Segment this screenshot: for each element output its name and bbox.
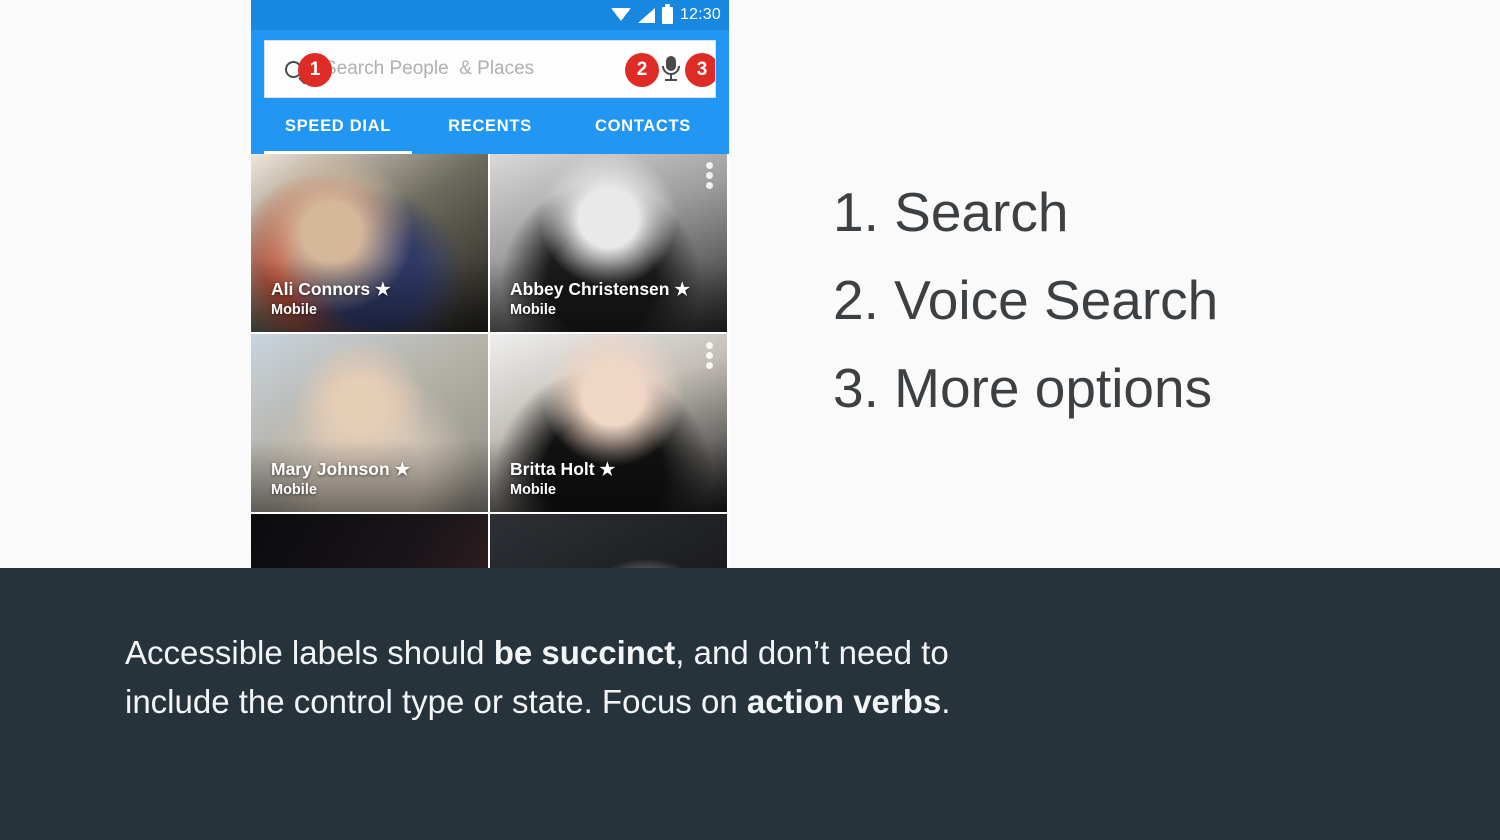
phone-mockup: 12:30 Search People & Places 1 2 3 SPEED… [251,0,729,568]
favorite-star-icon: ★ [375,279,391,299]
callout-badge-2: 2 [625,53,659,87]
favorite-star-icon: ★ [674,279,691,299]
contacts-grid: Ali Connors ★ Mobile Abbey Christensen ★… [251,154,729,568]
contact-card[interactable]: Britta Holt ★ Mobile [490,334,729,514]
legend-item-1: 1. Search [833,181,1069,243]
contact-subtitle: Mobile [510,302,556,318]
wifi-icon [610,8,631,21]
page-root: 12:30 Search People & Places 1 2 3 SPEED… [0,0,1500,840]
legend-item-3: 3. More options [833,357,1213,419]
contact-card[interactable] [490,514,729,568]
contact-name: Ali Connors ★ [271,279,391,299]
status-bar: 12:30 [251,0,729,30]
footer-banner: Accessible labels should be succinct, an… [0,568,1500,840]
contact-card[interactable]: Ali Connors ★ Mobile [251,154,490,334]
contact-photo [490,514,727,568]
status-bar-time: 12:30 [679,6,721,23]
favorite-star-icon: ★ [394,459,411,479]
contact-subtitle: Mobile [510,482,556,498]
tab-recents[interactable]: RECENTS [412,98,568,154]
favorite-star-icon: ★ [599,459,616,479]
footer-caption: Accessible labels should be succinct, an… [125,634,951,720]
search-region: Search People & Places 1 2 3 [251,30,729,98]
battery-icon [661,3,673,24]
microphone-icon[interactable] [660,54,682,84]
contact-subtitle: Mobile [271,482,317,498]
contact-subtitle: Mobile [271,302,317,318]
contact-card[interactable]: Mary Johnson ★ Mobile [251,334,490,514]
callout-badge-3: 3 [685,53,715,87]
contact-overflow-icon[interactable] [706,162,713,189]
callout-legend: 1. Search 2. Voice Search 3. More option… [833,168,1218,432]
contact-card[interactable]: Abbey Christensen ★ Mobile [490,154,729,334]
search-bar[interactable]: Search People & Places 1 2 3 [264,40,716,98]
contact-name: Britta Holt ★ [510,459,616,479]
tab-speed-dial[interactable]: SPEED DIAL [264,98,412,154]
tab-contacts[interactable]: CONTACTS [568,98,718,154]
contact-name: Abbey Christensen ★ [510,279,691,299]
contact-card[interactable] [251,514,490,568]
legend-item-2: 2. Voice Search [833,269,1219,331]
contact-photo [251,514,488,568]
tab-bar: SPEED DIAL RECENTS CONTACTS [251,98,729,154]
contact-overflow-icon[interactable] [706,342,713,369]
contact-name: Mary Johnson ★ [271,459,411,479]
callout-badge-1: 1 [298,53,332,87]
cellular-signal-icon [637,7,655,23]
search-input[interactable]: Search People & Places [324,58,534,80]
